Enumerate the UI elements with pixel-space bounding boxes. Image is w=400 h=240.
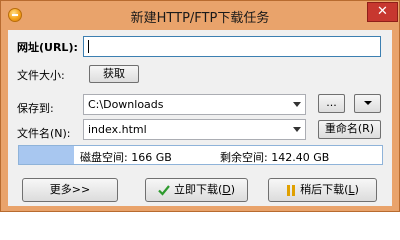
disk-usage-fill <box>19 146 74 164</box>
disk-space-text: 磁盘空间: 166 GB <box>80 151 172 164</box>
more-button[interactable]: 更多>> <box>22 178 118 202</box>
text-caret <box>88 40 89 53</box>
get-size-button[interactable]: 获取 <box>89 65 139 83</box>
url-label: 网址(URL): <box>17 41 78 54</box>
history-dropdown-button[interactable] <box>354 94 381 113</box>
chevron-down-icon[interactable] <box>293 127 301 132</box>
url-input[interactable] <box>83 36 381 57</box>
save-to-label: 保存到: <box>17 102 54 115</box>
rename-button[interactable]: 重命名(R) <box>318 120 381 139</box>
download-now-button[interactable]: 立即下载(D) <box>145 178 248 202</box>
disk-usage-bar: 磁盘空间: 166 GB 剩余空间: 142.40 GB <box>18 145 383 165</box>
filesize-label: 文件大小: <box>17 69 65 82</box>
download-now-hotkey: D <box>222 183 231 196</box>
download-later-button[interactable]: 稍后下载(L) <box>268 178 377 202</box>
title-bar[interactable]: 新建HTTP/FTP下载任务 ✕ <box>1 1 399 30</box>
close-button[interactable]: ✕ <box>367 2 398 22</box>
browse-button[interactable]: ... <box>318 94 345 113</box>
window-title: 新建HTTP/FTP下载任务 <box>130 11 270 26</box>
check-icon <box>158 185 170 196</box>
download-later-label: 稍后下载 <box>300 183 345 196</box>
pause-icon <box>286 184 296 196</box>
dialog-body: 网址(URL): 文件大小: 获取 保存到: C:\Downloads ... … <box>8 30 392 206</box>
filename-value: index.html <box>88 123 147 136</box>
dialog-window: 新建HTTP/FTP下载任务 ✕ 网址(URL): 文件大小: 获取 保存到: … <box>0 0 400 212</box>
filename-combo[interactable]: index.html <box>83 119 306 140</box>
chevron-down-icon[interactable] <box>293 102 301 107</box>
save-path-value: C:\Downloads <box>88 98 164 111</box>
save-path-combo[interactable]: C:\Downloads <box>83 94 306 115</box>
free-space-text: 剩余空间: 142.40 GB <box>220 151 330 164</box>
download-now-label: 立即下载 <box>173 183 218 196</box>
download-later-hotkey: L <box>348 183 355 196</box>
filename-label: 文件名(N): <box>17 127 71 140</box>
chevron-down-icon <box>363 101 372 105</box>
